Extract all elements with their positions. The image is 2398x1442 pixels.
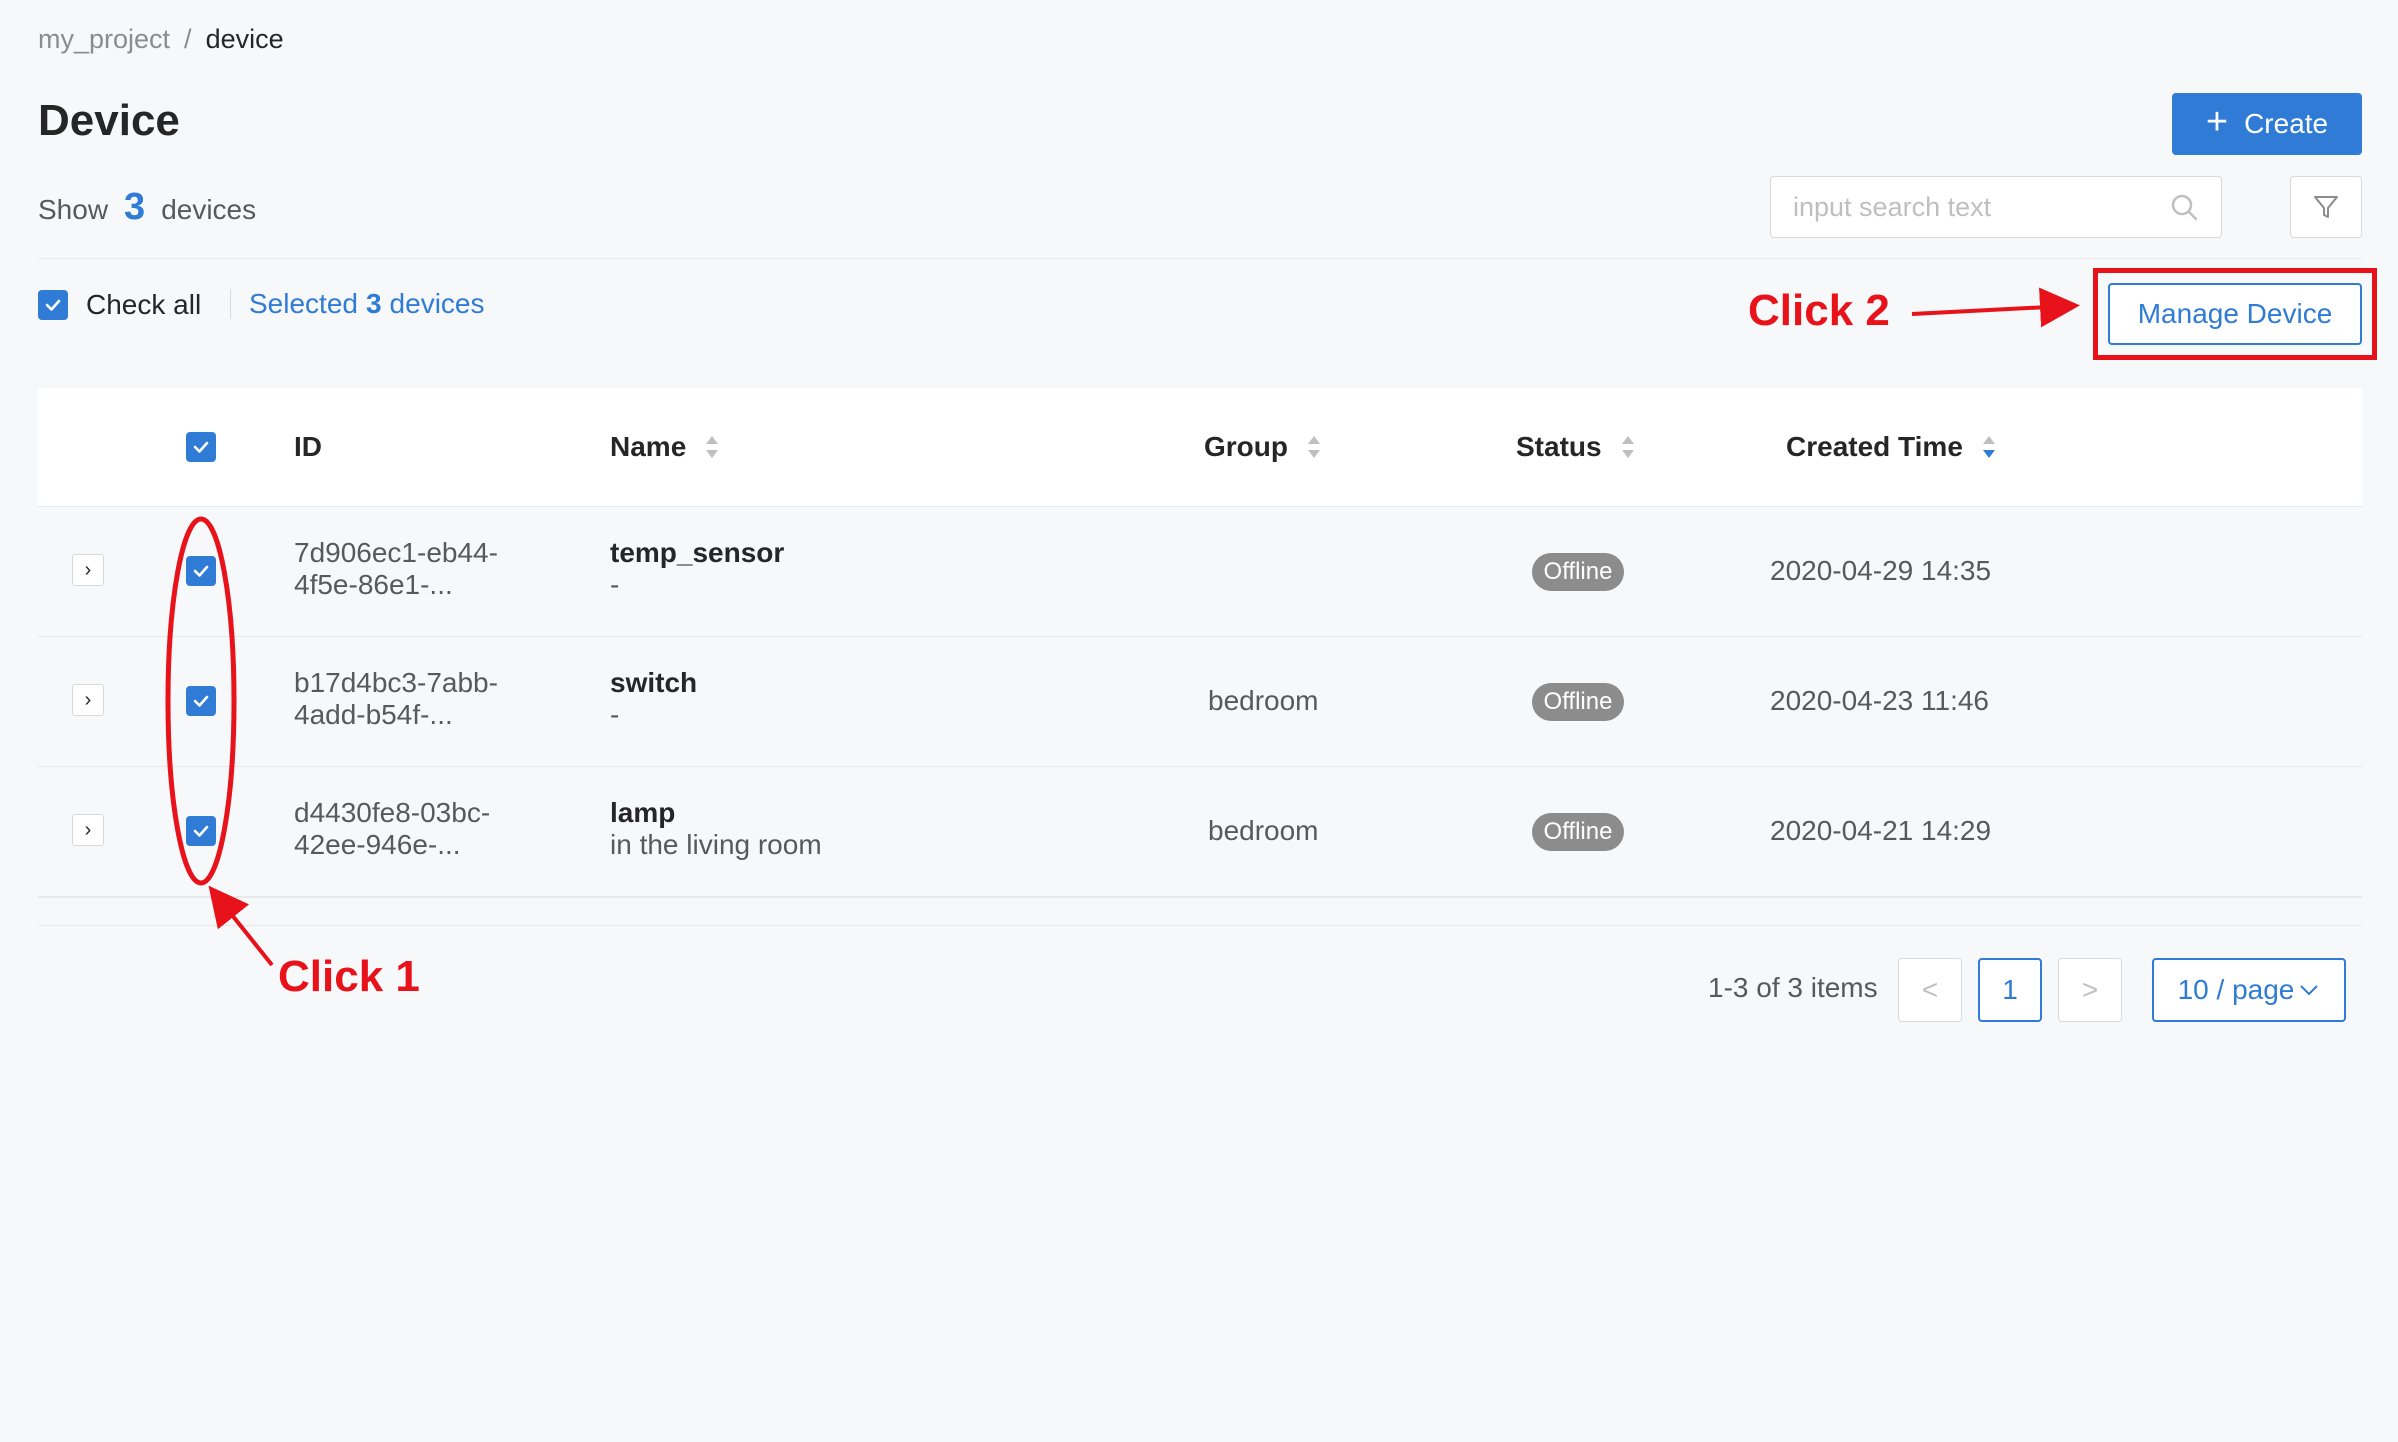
summary-suffix: devices <box>161 194 257 225</box>
search-input[interactable] <box>1771 190 2169 224</box>
device-id: d4430fe8-03bc- 42ee-946e-... <box>294 797 554 861</box>
create-button[interactable]: + Create <box>2172 93 2362 155</box>
annotation-click-1-label: Click 1 <box>278 952 420 1001</box>
device-name: lamp <box>610 797 676 828</box>
device-id-line: 4add-b54f-... <box>294 699 453 730</box>
row-checkbox[interactable] <box>186 816 216 846</box>
checkmark-icon <box>193 565 209 577</box>
device-count: 3 <box>124 186 146 228</box>
device-description: - <box>610 569 620 600</box>
selected-suffix: devices <box>389 288 485 319</box>
annotation-highlight-box <box>2093 268 2377 360</box>
breadcrumb: my_project / device <box>38 24 284 55</box>
annotation-click-2-arrow <box>1911 287 2080 328</box>
checkmark-icon <box>193 441 209 453</box>
annotation-click-2-label: Click 2 <box>1748 286 1890 335</box>
pagination-next-button[interactable]: > <box>2058 958 2122 1022</box>
create-button-label: Create <box>2244 108 2329 139</box>
column-header-name-label: Name <box>610 431 687 462</box>
device-id-line: b17d4bc3-7abb- <box>294 667 498 698</box>
column-header-created-time-label: Created Time <box>1786 431 1963 462</box>
device-count-summary: Show 3 devices <box>38 186 256 229</box>
chevron-down-icon <box>2300 985 2319 996</box>
sort-icon <box>706 436 719 458</box>
device-table: ID Name Group Status Created Time › 7d90… <box>38 388 2362 898</box>
check-all-checkbox[interactable] <box>38 290 68 320</box>
device-id-line: 4f5e-86e1-... <box>294 569 453 600</box>
column-header-created-time[interactable]: Created Time <box>1786 388 1997 506</box>
table-row[interactable]: › 7d906ec1-eb44- 4f5e-86e1-... temp_sens… <box>38 507 2362 637</box>
breadcrumb-project-link[interactable]: my_project <box>38 24 170 54</box>
sort-icon <box>1308 436 1320 458</box>
expand-row-button[interactable]: › <box>72 554 104 586</box>
status-badge: Offline <box>1532 813 1624 851</box>
device-name: switch <box>610 667 698 698</box>
plus-icon: + <box>2205 101 2229 143</box>
status-badge: Offline <box>1532 683 1624 721</box>
check-all-label: Check all <box>86 289 202 320</box>
filter-button[interactable] <box>2290 176 2362 238</box>
pagination-prev-button[interactable]: < <box>1898 958 1962 1022</box>
page-size-label: 10 / page <box>2177 974 2295 1005</box>
created-time: 2020-04-23 11:46 <box>1770 685 1989 716</box>
table-row[interactable]: › b17d4bc3-7abb- 4add-b54f-... switch - … <box>38 637 2362 767</box>
column-header-status[interactable]: Status <box>1516 388 1636 506</box>
check-all[interactable]: Check all <box>38 289 201 321</box>
device-group: bedroom <box>1208 815 1319 846</box>
checkmark-icon <box>193 825 209 837</box>
device-group: bedroom <box>1208 685 1319 716</box>
row-checkbox[interactable] <box>186 686 216 716</box>
column-header-group-label: Group <box>1204 431 1288 462</box>
device-id-line: 7d906ec1-eb44- <box>294 537 498 568</box>
header-divider <box>38 258 2362 259</box>
chevron-right-icon: › <box>84 818 92 841</box>
page-size-select[interactable]: 10 / page <box>2152 958 2346 1022</box>
created-time: 2020-04-21 14:29 <box>1770 815 1992 846</box>
page-title: Device <box>38 96 180 145</box>
device-description: in the living room <box>610 829 822 860</box>
table-footer-divider <box>38 925 2362 926</box>
expand-row-button[interactable]: › <box>72 814 104 846</box>
table-header: ID Name Group Status Created Time <box>38 388 2362 507</box>
chevron-right-icon: › <box>84 688 92 711</box>
device-page: my_project / device Device + Create Show 3… <box>0 0 2398 1442</box>
device-name-cell: lamp in the living room <box>610 797 822 861</box>
column-header-id: ID <box>294 388 322 506</box>
pagination-total: 1-3 of 3 items <box>1708 972 1878 1003</box>
header-select-all-checkbox[interactable] <box>186 432 216 462</box>
column-header-name[interactable]: Name <box>610 388 720 506</box>
search-box <box>1770 176 2222 238</box>
column-header-id-label: ID <box>294 431 322 462</box>
device-name-cell: switch - <box>610 667 697 731</box>
breadcrumb-current: device <box>205 24 284 54</box>
expand-row-button[interactable]: › <box>72 684 104 716</box>
chevron-right-icon: › <box>84 558 92 581</box>
pagination-page-1[interactable]: 1 <box>1978 958 2042 1022</box>
selected-prefix: Selected <box>249 288 358 319</box>
device-id: 7d906ec1-eb44- 4f5e-86e1-... <box>294 537 554 601</box>
device-id-line: d4430fe8-03bc- <box>294 797 491 828</box>
checkmark-icon <box>193 695 209 707</box>
device-id: b17d4bc3-7abb- 4add-b54f-... <box>294 667 554 731</box>
status-badge: Offline <box>1532 553 1624 591</box>
summary-prefix: Show <box>38 194 109 225</box>
table-row[interactable]: › d4430fe8-03bc- 42ee-946e-... lamp in t… <box>38 767 2362 898</box>
selected-count: 3 <box>365 288 382 319</box>
device-id-line: 42ee-946e-... <box>294 829 461 860</box>
breadcrumb-separator: / <box>184 24 192 54</box>
filter-icon <box>2314 196 2338 218</box>
column-header-status-label: Status <box>1516 431 1602 462</box>
device-name-cell: temp_sensor - <box>610 537 784 601</box>
created-time: 2020-04-29 14:35 <box>1770 555 1992 586</box>
device-description: - <box>610 699 620 730</box>
device-name: temp_sensor <box>610 537 785 568</box>
checkmark-icon <box>45 299 61 311</box>
sort-icon <box>1621 436 1634 458</box>
row-checkbox[interactable] <box>186 556 216 586</box>
sort-descending-icon <box>1982 436 1995 458</box>
selected-info: Selected 3 devices <box>230 288 485 319</box>
column-header-group[interactable]: Group <box>1204 388 1322 506</box>
annotation-click-1-arrow <box>208 885 274 967</box>
search-icon[interactable] <box>2169 192 2199 222</box>
